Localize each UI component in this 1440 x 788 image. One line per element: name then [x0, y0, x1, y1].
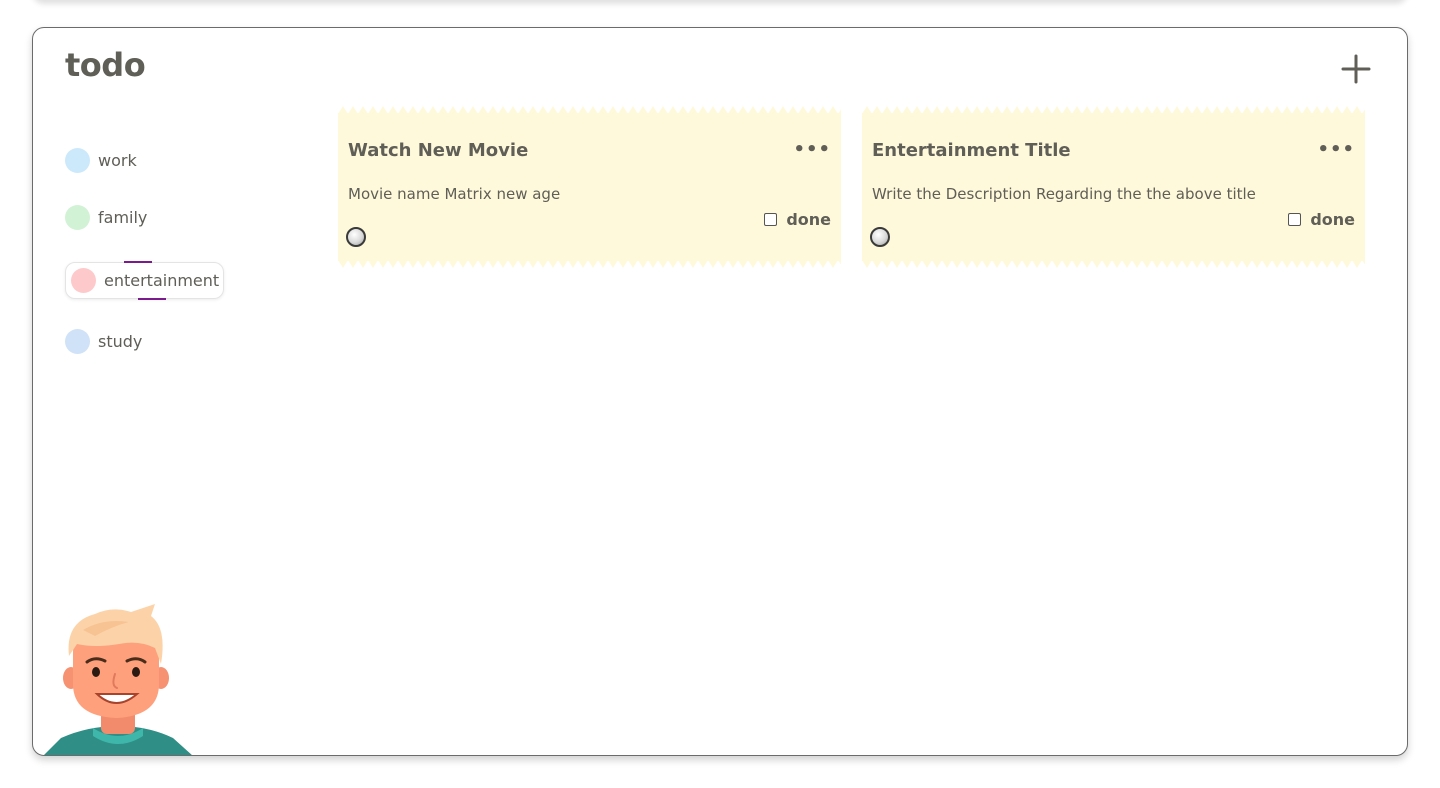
zigzag-edge: [862, 106, 1365, 114]
user-avatar-illustration: [44, 604, 192, 755]
category-work[interactable]: work: [65, 148, 137, 173]
active-marker: [124, 261, 152, 263]
note-card[interactable]: Watch New Movie ••• Movie name Matrix ne…: [338, 106, 841, 268]
page-title: todo: [65, 46, 146, 84]
note-description: Movie name Matrix new age: [348, 185, 561, 203]
category-color-dot: [65, 205, 90, 230]
category-entertainment[interactable]: entertainment: [65, 261, 225, 300]
note-status-radio[interactable]: [346, 227, 366, 247]
category-color-dot: [71, 268, 96, 293]
note-card[interactable]: Entertainment Title ••• Write the Descri…: [862, 106, 1365, 268]
category-label: work: [98, 151, 137, 170]
more-options-icon[interactable]: •••: [793, 141, 831, 159]
zigzag-edge: [862, 260, 1365, 268]
add-note-button[interactable]: [1339, 52, 1373, 86]
category-family[interactable]: family: [65, 205, 147, 230]
todo-app-card: todo work family entertainment study Wat: [32, 27, 1408, 756]
category-label: study: [98, 332, 143, 351]
done-toggle[interactable]: done: [764, 210, 831, 229]
category-label: family: [98, 208, 148, 227]
zigzag-shape: [862, 106, 1365, 114]
category-label: entertainment: [104, 271, 220, 290]
zigzag-shape: [338, 260, 841, 268]
note-title: Entertainment Title: [872, 140, 1071, 161]
done-checkbox[interactable]: [764, 213, 778, 226]
zigzag-shape: [862, 260, 1365, 268]
zigzag-edge: [338, 260, 841, 268]
done-checkbox[interactable]: [1288, 213, 1302, 226]
more-options-icon[interactable]: •••: [1317, 141, 1355, 159]
note-status-radio[interactable]: [870, 227, 890, 247]
done-label: done: [1310, 210, 1355, 229]
active-marker: [138, 298, 166, 300]
category-study[interactable]: study: [65, 329, 142, 354]
zigzag-edge: [338, 106, 841, 114]
zigzag-shape: [338, 106, 841, 114]
note-title: Watch New Movie: [348, 140, 529, 161]
done-toggle[interactable]: done: [1288, 210, 1355, 229]
note-description: Write the Description Regarding the the …: [872, 185, 1256, 203]
category-color-dot: [65, 329, 90, 354]
plus-icon: [1341, 54, 1371, 84]
done-label: done: [786, 210, 831, 229]
category-color-dot: [65, 148, 90, 173]
